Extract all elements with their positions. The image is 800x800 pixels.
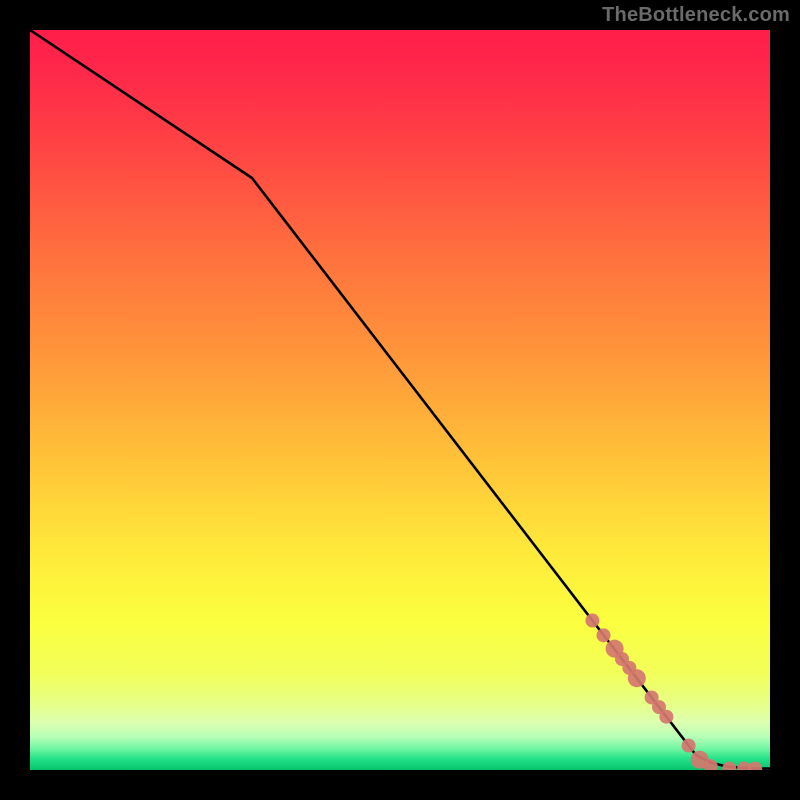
marker-point (682, 739, 696, 753)
chart-plot-area (30, 30, 770, 770)
chart-background-gradient (30, 30, 770, 770)
marker-point (585, 614, 599, 628)
marker-point (597, 628, 611, 642)
marker-point (659, 710, 673, 724)
chart-frame: TheBottleneck.com (0, 0, 800, 800)
marker-point (628, 669, 646, 687)
watermark-text: TheBottleneck.com (602, 4, 790, 27)
chart-svg (30, 30, 770, 770)
